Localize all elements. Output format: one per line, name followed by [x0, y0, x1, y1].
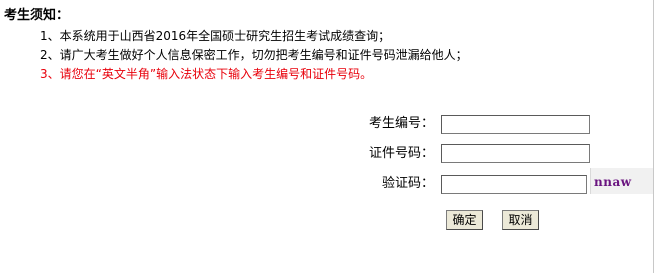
- notice-item-2: 2、请广大考生做好个人信息保密工作，切勿把考生编号和证件号码泄漏给他人；: [40, 48, 468, 62]
- captcha-text: nnaw: [594, 175, 632, 189]
- exam-id-label: 考生编号：: [368, 116, 434, 131]
- captcha-label: 验证码：: [381, 176, 434, 191]
- notice-list: 1、本系统用于山西省2016年全国硕士研究生招生考试成绩查询； 2、请广大考生做…: [40, 27, 468, 84]
- captcha-input[interactable]: [441, 175, 587, 194]
- id-number-input[interactable]: [441, 144, 590, 163]
- exam-id-input[interactable]: [441, 115, 590, 134]
- notice-title: 考生须知：: [4, 8, 70, 23]
- notice-item-3-warning: 3、请您在“英文半角”输入法状态下输入考生编号和证件号码。: [40, 67, 373, 81]
- confirm-button[interactable]: 确定: [446, 210, 483, 230]
- cancel-button[interactable]: 取消: [502, 210, 539, 230]
- captcha-image[interactable]: nnaw: [590, 168, 653, 194]
- id-number-label: 证件号码：: [368, 146, 434, 161]
- notice-item-1: 1、本系统用于山西省2016年全国硕士研究生招生考试成绩查询；: [40, 29, 391, 43]
